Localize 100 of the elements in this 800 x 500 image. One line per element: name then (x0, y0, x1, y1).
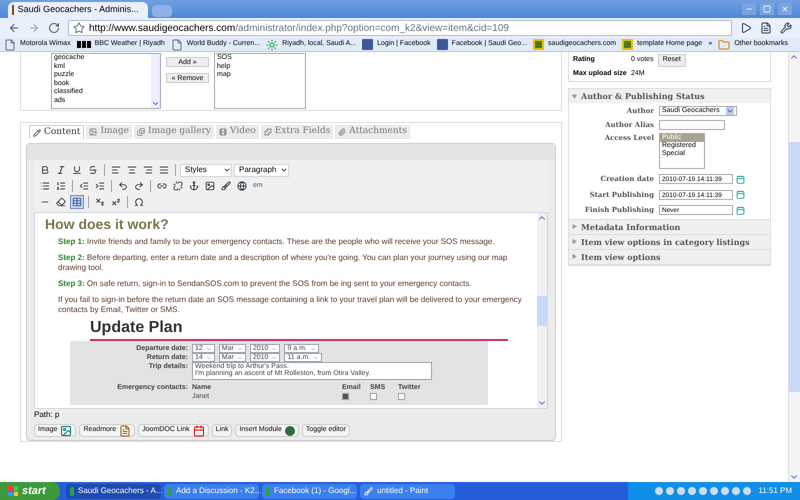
link-icon (157, 181, 167, 191)
caret-icon (280, 166, 288, 174)
section-header[interactable]: Item view options (569, 250, 770, 264)
section-header[interactable]: Item view options in category listings (569, 234, 770, 248)
editor-tab[interactable]: Image (86, 125, 132, 139)
page-icon (4, 38, 16, 50)
special-character-icon (134, 197, 144, 207)
editor-tab[interactable]: Image gallery (134, 125, 214, 139)
eraser-button[interactable] (54, 195, 68, 209)
facebook-icon (362, 39, 374, 50)
picture-icon (89, 128, 98, 136)
sun-icon (266, 38, 278, 50)
page-icon (170, 38, 183, 50)
content-heading: How does it work? (45, 215, 170, 233)
italic-icon (56, 165, 66, 175)
table-button[interactable] (70, 195, 84, 209)
reload-icon (48, 22, 60, 34)
facebook-icon (436, 39, 448, 50)
numbered-list-icon (56, 181, 66, 191)
scroll-down-icon (151, 99, 160, 108)
step-paragraph: Step 3: On safe return, sign-in to SendanSOS.com to prevent the SOS from be ing sent to your emergency contacts. (58, 279, 473, 289)
taskbar-item[interactable]: untitled - Paint (360, 484, 455, 498)
section-header[interactable]: Metadata Information (569, 220, 770, 234)
blocks-icon (76, 41, 91, 48)
page-scrollbar[interactable] (788, 52, 800, 482)
checkbox[interactable] (342, 393, 349, 400)
path-text: Path: p (33, 409, 60, 421)
close-icon (781, 5, 789, 13)
clock: 11:51 PM (758, 485, 792, 497)
unlink-button[interactable] (171, 179, 185, 193)
close-button[interactable] (778, 3, 792, 15)
globe-button[interactable] (235, 179, 249, 193)
scrollbar-thumb[interactable] (789, 142, 800, 392)
underline-icon (72, 165, 82, 175)
image-button[interactable] (203, 179, 217, 193)
editor-tab[interactable]: Content (29, 125, 84, 139)
indent-icon (95, 181, 105, 191)
address-bar[interactable]: http://www.saudigeocachers.com/administrator/index.php?option=com_k2&view=item&cid=109 (68, 20, 732, 36)
calendar-icon (192, 424, 205, 436)
anchor-button[interactable] (187, 179, 201, 193)
star-icon (73, 22, 85, 34)
checkbox[interactable] (398, 393, 405, 400)
pictures-icon (137, 128, 146, 136)
format-dropdown[interactable]: Paragraph (234, 164, 289, 176)
film-icon (219, 128, 228, 136)
cleanup-button[interactable] (219, 179, 233, 193)
calendar-icon (736, 190, 745, 200)
scrollbar-thumb[interactable] (537, 296, 547, 326)
editor-tab[interactable]: Attachments (335, 125, 410, 139)
start-button[interactable]: start (0, 482, 60, 500)
justify-icon (159, 165, 169, 175)
editor-tab[interactable]: Extra Fields (260, 125, 334, 139)
checkbox[interactable] (370, 393, 377, 400)
restore-icon (763, 5, 771, 13)
anchor-icon (189, 181, 199, 191)
alias-input[interactable] (659, 120, 725, 130)
cleanup-icon (221, 181, 231, 191)
calendar-icon (736, 174, 745, 184)
play-icon (740, 22, 752, 34)
url-text: http://www.saudigeocachers.com/administrator/index.php?option=com_k2&view=item&cid=109 (89, 22, 509, 36)
unlink-icon (173, 181, 183, 191)
step-paragraph: Step 2: Before departing, enter a return date and a description of where you're going. You can plan your journey using our map drawing tool. (58, 253, 508, 273)
paperclip-icon (338, 128, 346, 136)
note-paragraph: If you fail to sign-in before the return date an SOS message containing a link to your travel plan will be delivered to your emergency contacts by Email, Twitter or SMS. (58, 295, 523, 315)
tab-title: Saudi Geocachers - Adminis... (18, 3, 139, 16)
windows-logo-icon (8, 486, 18, 496)
triangle-icon (572, 224, 577, 229)
subscript-icon (95, 197, 105, 207)
bullet-list-icon (40, 181, 50, 191)
outdent-icon (79, 181, 89, 191)
strikethrough-icon (88, 165, 98, 175)
eraser-icon (56, 197, 66, 207)
folder-icon (718, 38, 730, 50)
calendar-icon (736, 206, 745, 215)
bold-icon (40, 165, 50, 175)
site-icon (533, 39, 544, 50)
paint-icon (364, 486, 373, 496)
browser-tab[interactable]: Saudi Geocachers - Adminis... (8, 2, 148, 18)
redo-icon (134, 181, 144, 191)
page-icon (760, 22, 772, 34)
globe-icon (237, 181, 247, 191)
taskbar-item[interactable]: Saudi Geocachers - A... (66, 484, 161, 498)
taskbar-item[interactable]: Facebook (1) - Googl... (262, 484, 357, 498)
page-icon (119, 424, 132, 436)
module-icon (284, 426, 295, 436)
align-right-icon (143, 165, 153, 175)
caret-icon (223, 166, 231, 174)
styles-dropdown[interactable]: Styles (180, 164, 232, 176)
image-icon (205, 181, 215, 191)
scrollbar[interactable] (537, 213, 547, 408)
editor-tab[interactable]: Video (216, 125, 259, 139)
section-header[interactable]: Author & Publishing Status (569, 89, 770, 103)
forward-icon (28, 22, 40, 34)
align-center-icon (127, 165, 137, 175)
puzzle-icon (264, 128, 272, 136)
caret-icon (726, 107, 734, 116)
wrench-icon (780, 22, 792, 34)
taskbar-item[interactable]: Add a Discussion - K2... (164, 484, 259, 498)
align-left-icon (111, 165, 121, 175)
triangle-icon (572, 94, 577, 98)
